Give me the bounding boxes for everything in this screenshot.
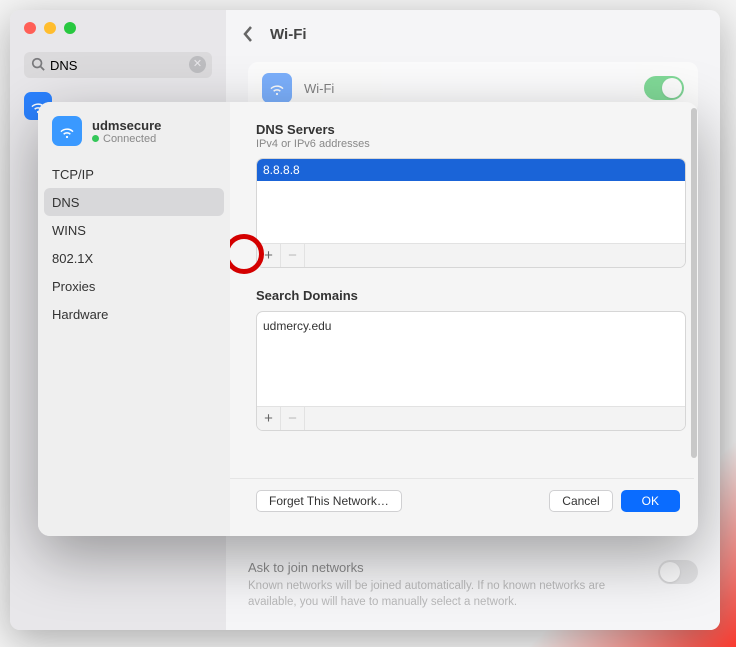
add-domain-button[interactable]: +	[257, 407, 281, 431]
tab-proxies[interactable]: Proxies	[38, 272, 230, 300]
wifi-icon	[262, 73, 292, 103]
dns-servers-list: + −	[256, 158, 686, 268]
network-name: udmsecure	[92, 118, 161, 133]
wifi-toggle[interactable]	[644, 76, 684, 100]
page-title: Wi-Fi	[270, 26, 307, 43]
network-settings-sheet: udmsecure Connected TCP/IP DNS WINS 802.…	[38, 102, 698, 536]
search-field-wrap: ✕	[24, 52, 212, 78]
add-dns-button[interactable]: +	[257, 244, 281, 268]
wifi-label: Wi-Fi	[304, 81, 632, 96]
back-button[interactable]	[236, 22, 260, 46]
traffic-lights	[10, 22, 226, 34]
search-icon	[31, 57, 45, 74]
dns-list-controls: + −	[257, 243, 685, 267]
tab-tcpip[interactable]: TCP/IP	[38, 160, 230, 188]
network-header: udmsecure Connected	[38, 116, 230, 160]
remove-dns-button[interactable]: −	[281, 244, 305, 268]
zoom-window-button[interactable]	[64, 22, 76, 34]
cancel-button[interactable]: Cancel	[549, 490, 612, 512]
ask-to-join-title: Ask to join networks	[248, 560, 628, 575]
forget-network-button[interactable]: Forget This Network…	[256, 490, 402, 512]
minimize-window-button[interactable]	[44, 22, 56, 34]
network-wifi-icon	[52, 116, 82, 146]
sheet-sidebar: udmsecure Connected TCP/IP DNS WINS 802.…	[38, 102, 230, 536]
remove-domain-button[interactable]: −	[281, 407, 305, 431]
tab-hardware[interactable]: Hardware	[38, 300, 230, 328]
sheet-footer: Forget This Network… Cancel OK	[230, 478, 694, 522]
status-dot-icon	[92, 135, 99, 142]
ask-to-join-section: Ask to join networks Known networks will…	[248, 560, 698, 610]
network-status-label: Connected	[103, 133, 156, 145]
tab-8021x[interactable]: 802.1X	[38, 244, 230, 272]
network-status: Connected	[92, 133, 161, 145]
ask-to-join-toggle[interactable]	[658, 560, 698, 584]
scrollbar[interactable]	[691, 108, 697, 458]
close-window-button[interactable]	[24, 22, 36, 34]
ok-button[interactable]: OK	[621, 490, 680, 512]
ask-to-join-desc: Known networks will be joined automatica…	[248, 578, 628, 610]
dns-servers-subtitle: IPv4 or IPv6 addresses	[256, 138, 686, 150]
search-domains-title: Search Domains	[256, 288, 686, 303]
dns-servers-title: DNS Servers	[256, 122, 686, 137]
sheet-content: DNS Servers IPv4 or IPv6 addresses + − S…	[230, 102, 698, 536]
search-input[interactable]	[24, 52, 212, 78]
tab-dns[interactable]: DNS	[44, 188, 224, 216]
tab-wins[interactable]: WINS	[38, 216, 230, 244]
domain-list-controls: + −	[257, 406, 685, 430]
dns-server-entry-input[interactable]	[257, 159, 685, 181]
search-domain-entry[interactable]: udmercy.edu	[257, 312, 685, 334]
clear-search-button[interactable]: ✕	[189, 56, 206, 73]
search-domains-list: udmercy.edu + −	[256, 311, 686, 431]
topbar: Wi-Fi	[226, 10, 720, 58]
